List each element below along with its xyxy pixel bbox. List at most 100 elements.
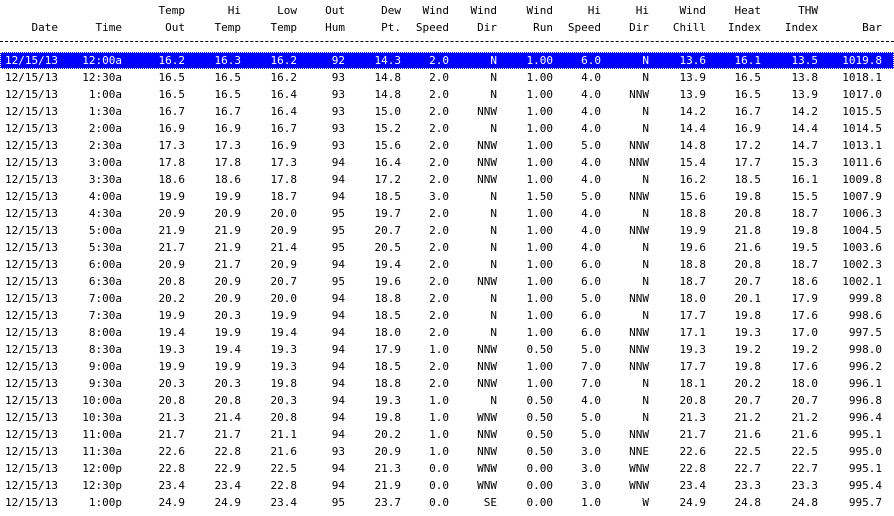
- table-row[interactable]: 12/15/13 5:30a 21.7 21.9 21.4 95 20.5 2.0 N 1.00 4…: [0, 239, 894, 256]
- cell-wind-chill: 23.4: [679, 479, 707, 492]
- header-heat-index-line-2: Index: [727, 21, 761, 34]
- table-row-selected[interactable]: 12/15/13 12:00a 16.2 16.3 16.2 92 14.3 2.0 N 1.00…: [0, 52, 894, 69]
- header-hi-speed[interactable]: Hi Speed: [568, 2, 601, 36]
- table-row[interactable]: 12/15/13 12:30p 23.4 23.4 22.8 94 21.9 0.0 WNW 0.…: [0, 477, 894, 494]
- header-wind-speed-line-2: Speed: [415, 21, 449, 34]
- cell-thw-index: 22.5: [791, 445, 819, 458]
- cell-hi-dir: NNW: [629, 224, 649, 237]
- cell-wind-dir: NNW: [477, 156, 497, 169]
- cell-low-temp: 19.9: [270, 309, 298, 322]
- cell-dew-pt: 17.9: [374, 343, 402, 356]
- table-row[interactable]: 12/15/13 1:00a 16.5 16.5 16.4 93 14.8 2.0 N 1.00 4…: [0, 86, 894, 103]
- header-low-temp[interactable]: Low Temp: [271, 2, 298, 36]
- table-row[interactable]: 12/15/13 5:00a 21.9 21.9 20.9 95 20.7 2.0 N 1.00 4…: [0, 222, 894, 239]
- table-row[interactable]: 12/15/13 1:00p 24.9 24.9 23.4 95 23.7 0.0 SE 0.00…: [0, 494, 894, 511]
- header-bar[interactable]: Bar: [862, 2, 882, 36]
- header-heat-index[interactable]: Heat Index: [728, 2, 761, 36]
- cell-hi-dir: N: [642, 54, 649, 67]
- cell-date: 12/15/13: [5, 292, 58, 305]
- table-row[interactable]: 12/15/13 6:30a 20.8 20.9 20.7 95 19.6 2.0 NNW 1.0…: [0, 273, 894, 290]
- table-row[interactable]: 12/15/13 11:30a 22.6 22.8 21.6 93 20.9 1.0 NNW 0.…: [0, 443, 894, 460]
- cell-wind-dir: SE: [483, 496, 497, 509]
- table-row[interactable]: 12/15/13 7:00a 20.2 20.9 20.0 94 18.8 2.0 N 1.00 5…: [0, 290, 894, 307]
- header-wind-chill[interactable]: Wind Chill: [673, 2, 706, 36]
- cell-hi-dir: NNW: [629, 292, 649, 305]
- cell-bar: 996.2: [848, 360, 882, 373]
- cell-wind-speed: 2.0: [429, 292, 449, 305]
- table-row[interactable]: 12/15/13 8:00a 19.4 19.9 19.4 94 18.0 2.0 N 1.00 6…: [0, 324, 894, 341]
- cell-out-hum: 93: [331, 105, 345, 118]
- header-time-line-1: [96, 2, 123, 19]
- table-row[interactable]: 12/15/13 2:30a 17.3 17.3 16.9 93 15.6 2.0 NNW 1.0…: [0, 137, 894, 154]
- table-row[interactable]: 12/15/13 6:00a 20.9 21.7 20.9 94 19.4 2.0 N 1.00 6…: [0, 256, 894, 273]
- table-row[interactable]: 12/15/13 10:30a 21.3 21.4 20.8 94 19.8 1.0 WNW 0.…: [0, 409, 894, 426]
- cell-hi-dir: N: [642, 411, 649, 424]
- cell-hi-speed: 4.0: [581, 105, 601, 118]
- cell-thw-index: 21.6: [791, 428, 819, 441]
- table-row[interactable]: 12/15/13 8:30a 19.3 19.4 19.3 94 17.9 1.0 NNW 0.5…: [0, 341, 894, 358]
- header-hi-dir[interactable]: Hi Dir: [629, 2, 649, 36]
- header-low-temp-line-2: Temp: [270, 21, 298, 34]
- header-wind-dir[interactable]: Wind Dir: [471, 2, 498, 36]
- cell-wind-speed: 0.0: [429, 479, 449, 492]
- cell-wind-chill: 18.8: [679, 258, 707, 271]
- cell-temp-out: 20.9: [158, 207, 186, 220]
- header-date[interactable]: Date: [32, 2, 59, 36]
- table-row[interactable]: 12/15/13 9:00a 19.9 19.9 19.3 94 18.5 2.0 NNW 1.0…: [0, 358, 894, 375]
- header-out-hum-line-1: Out: [325, 4, 345, 17]
- cell-hi-speed: 5.0: [581, 411, 601, 424]
- cell-hi-speed: 5.0: [581, 190, 601, 203]
- header-temp-out[interactable]: Temp Out: [159, 2, 186, 36]
- table-row[interactable]: 12/15/13 3:30a 18.6 18.6 17.8 94 17.2 2.0 NNW 1.0…: [0, 171, 894, 188]
- cell-wind-run: 1.00: [526, 54, 554, 67]
- header-thw-index[interactable]: THW Index: [785, 2, 818, 36]
- cell-bar: 995.1: [848, 428, 882, 441]
- cell-out-hum: 94: [331, 377, 345, 390]
- header-wind-run[interactable]: Wind Run: [527, 2, 554, 36]
- cell-wind-dir: WNW: [477, 479, 497, 492]
- cell-thw-index: 16.1: [791, 173, 819, 186]
- table-row[interactable]: 12/15/13 3:00a 17.8 17.8 17.3 94 16.4 2.0 NNW 1.0…: [0, 154, 894, 171]
- cell-heat-index: 21.6: [734, 241, 762, 254]
- cell-wind-speed: 2.0: [429, 105, 449, 118]
- cell-temp-out: 19.4: [158, 326, 186, 339]
- cell-low-temp: 16.7: [270, 122, 298, 135]
- cell-bar: 1015.5: [842, 105, 882, 118]
- table-row[interactable]: 12/15/13 1:30a 16.7 16.7 16.4 93 15.0 2.0 NNW 1.0…: [0, 103, 894, 120]
- header-wind-speed[interactable]: Wind Speed: [416, 2, 449, 36]
- cell-hi-dir: NNW: [629, 360, 649, 373]
- cell-hi-dir: W: [642, 496, 649, 509]
- table-row[interactable]: 12/15/13 2:00a 16.9 16.9 16.7 93 15.2 2.0 N 1.00 4…: [0, 120, 894, 137]
- cell-dew-pt: 23.7: [374, 496, 402, 509]
- cell-low-temp: 22.5: [270, 462, 298, 475]
- cell-thw-index: 14.4: [791, 122, 819, 135]
- header-hi-temp[interactable]: Hi Temp: [215, 2, 242, 36]
- table-row[interactable]: 12/15/13 12:00p 22.8 22.9 22.5 94 21.3 0.0 WNW 0.…: [0, 460, 894, 477]
- cell-time: 8:30a: [88, 343, 122, 356]
- table-row[interactable]: 12/15/13 9:30a 20.3 20.3 19.8 94 18.8 2.0 NNW 1.0…: [0, 375, 894, 392]
- table-row[interactable]: 12/15/13 10:00a 20.8 20.8 20.3 94 19.3 1.0 N 0.50…: [0, 392, 894, 409]
- cell-dew-pt: 19.3: [374, 394, 402, 407]
- cell-time: 8:00a: [88, 326, 122, 339]
- header-dew-pt[interactable]: Dew Pt.: [381, 2, 401, 36]
- cell-wind-speed: 2.0: [429, 88, 449, 101]
- header-thw-index-line-1: THW: [798, 4, 818, 17]
- cell-wind-run: 0.50: [526, 428, 554, 441]
- table-row[interactable]: 12/15/13 4:30a 20.9 20.9 20.0 95 19.7 2.0 N 1.00 4…: [0, 205, 894, 222]
- header-time[interactable]: Time: [96, 2, 123, 36]
- table-row[interactable]: 12/15/13 4:00a 19.9 19.9 18.7 94 18.5 3.0 N 1.50 5…: [0, 188, 894, 205]
- data-table-body[interactable]: 12/15/13 12:00a 16.2 16.3 16.2 92 14.3 2.0 N 1.00…: [0, 52, 894, 511]
- header-out-hum[interactable]: Out Hum: [325, 2, 345, 36]
- cell-wind-speed: 0.0: [429, 462, 449, 475]
- cell-thw-index: 17.9: [791, 292, 819, 305]
- cell-hi-speed: 5.0: [581, 139, 601, 152]
- table-row[interactable]: 12/15/13 11:00a 21.7 21.7 21.1 94 20.2 1.0 NNW 0.…: [0, 426, 894, 443]
- cell-out-hum: 94: [331, 190, 345, 203]
- cell-wind-dir: N: [490, 309, 497, 322]
- cell-dew-pt: 18.8: [374, 377, 402, 390]
- cell-out-hum: 94: [331, 411, 345, 424]
- cell-heat-index: 20.8: [734, 207, 762, 220]
- table-row[interactable]: 12/15/13 7:30a 19.9 20.3 19.9 94 18.5 2.0 N 1.00 6…: [0, 307, 894, 324]
- cell-bar: 1002.3: [842, 258, 882, 271]
- table-row[interactable]: 12/15/13 12:30a 16.5 16.5 16.2 93 14.8 2.0 N 1.00…: [0, 69, 894, 86]
